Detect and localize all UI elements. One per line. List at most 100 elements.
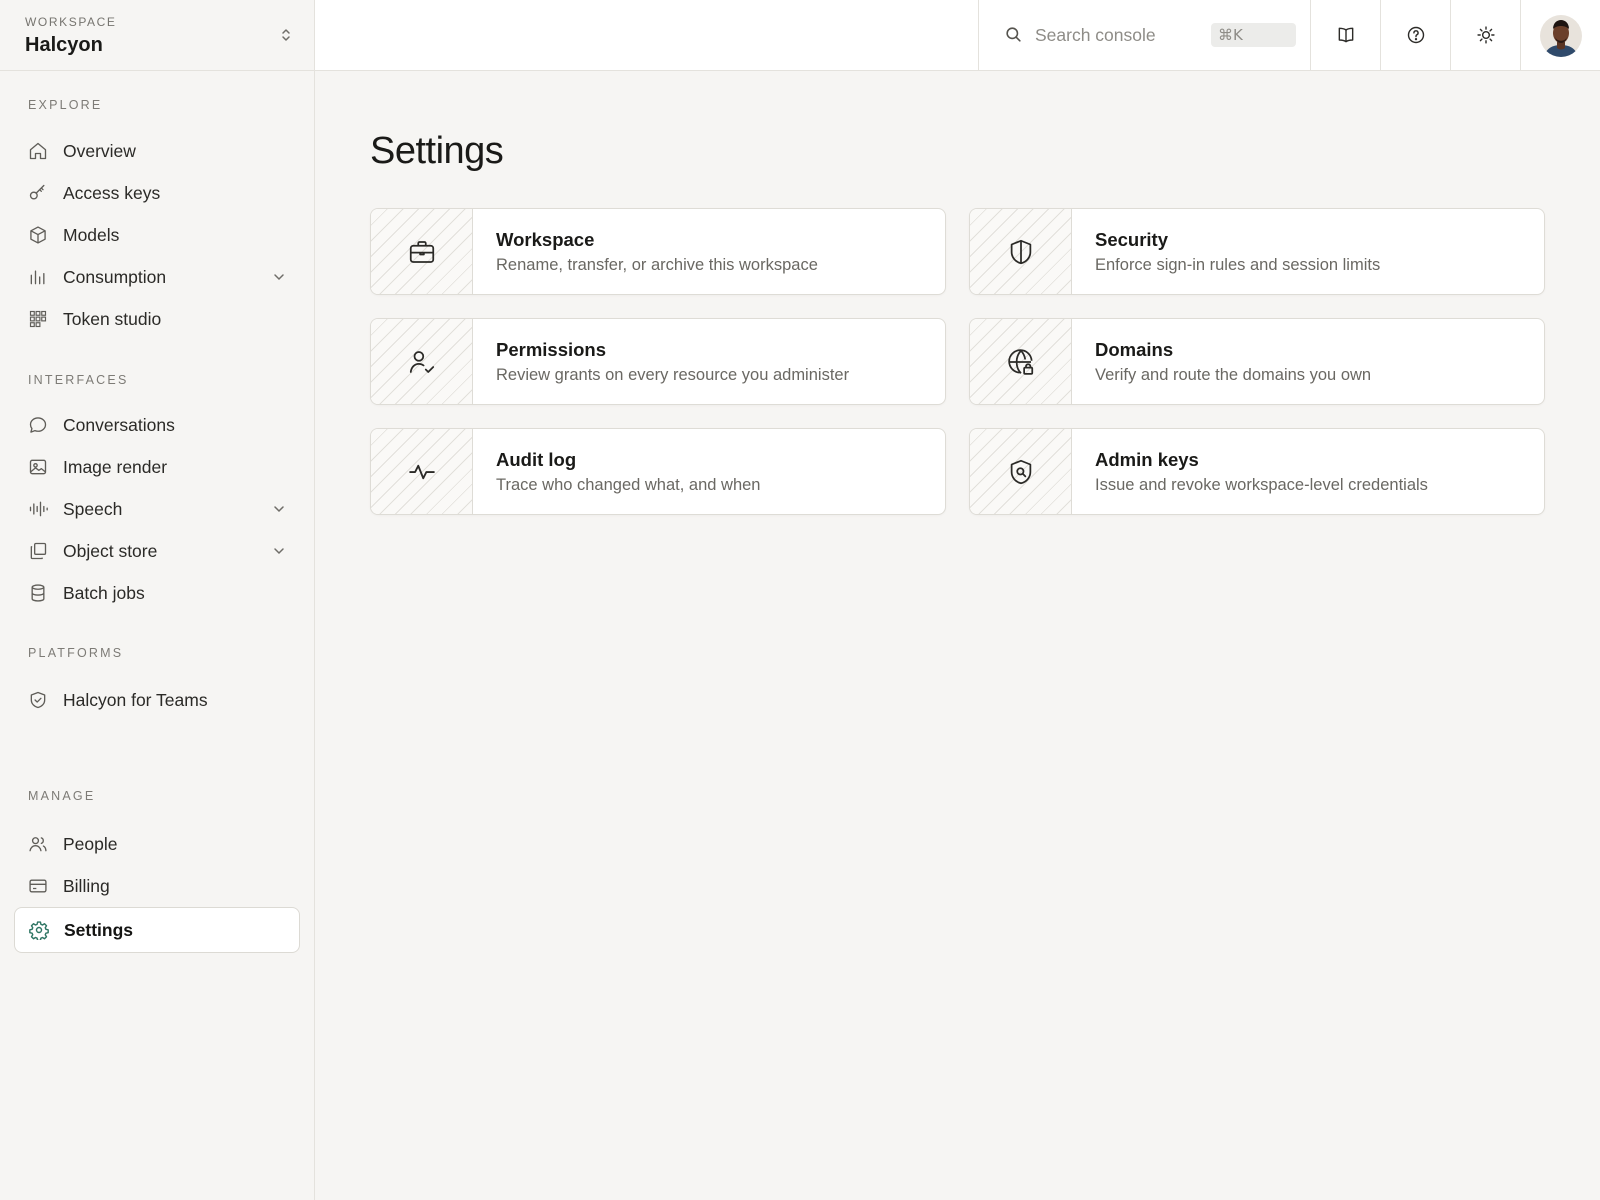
chevron-down-icon[interactable] — [272, 270, 286, 284]
sidebar-item-image-render[interactable]: Image render — [14, 446, 300, 488]
nav-section-platforms: PLATFORMS Halcyon for Teams — [0, 644, 314, 721]
bar-chart-icon — [28, 267, 48, 287]
sidebar-item-label: Models — [63, 224, 120, 245]
nav-section-manage: MANAGE People Billing Settings — [0, 787, 314, 953]
settings-card-permissions[interactable]: Permissions Review grants on every resou… — [370, 318, 946, 405]
sidebar-item-overview[interactable]: Overview — [14, 130, 300, 172]
sidebar-item-label: Object store — [63, 540, 158, 561]
sidebar: WORKSPACE Halcyon EXPLORE Overview Acces… — [0, 0, 315, 1200]
search-input[interactable]: Search console ⌘K — [978, 0, 1311, 70]
card-description: Trace who changed what, and when — [496, 476, 761, 494]
card-title: Workspace — [496, 229, 595, 250]
search-shortcut-badge: ⌘K — [1211, 23, 1296, 47]
chat-bubble-icon — [28, 415, 48, 435]
sidebar-item-billing[interactable]: Billing — [14, 865, 300, 907]
sun-icon — [1476, 25, 1496, 45]
settings-card-audit-log[interactable]: Audit log Trace who changed what, and wh… — [370, 428, 946, 515]
home-icon — [28, 141, 48, 161]
sidebar-item-settings[interactable]: Settings — [14, 907, 300, 953]
card-title: Audit log — [496, 449, 577, 470]
card-icon-tile — [970, 209, 1072, 294]
page-title: Settings — [370, 130, 504, 172]
card-description: Issue and revoke workspace-level credent… — [1095, 476, 1428, 494]
sidebar-item-label: Batch jobs — [63, 582, 145, 603]
sidebar-item-label: Conversations — [63, 414, 175, 435]
sidebar-item-conversations[interactable]: Conversations — [14, 404, 300, 446]
card-title: Admin keys — [1095, 449, 1199, 470]
shield-search-icon — [1006, 457, 1036, 487]
card-title: Domains — [1095, 339, 1174, 360]
help-button[interactable] — [1380, 0, 1450, 70]
globe-lock-icon — [1006, 347, 1036, 377]
help-icon — [1406, 25, 1426, 45]
settings-card-security[interactable]: Security Enforce sign-in rules and sessi… — [969, 208, 1545, 295]
book-icon — [1336, 25, 1356, 45]
theme-toggle-button[interactable] — [1450, 0, 1520, 70]
user-menu-button[interactable] — [1520, 0, 1600, 70]
database-icon — [28, 583, 48, 603]
chevron-down-icon[interactable] — [272, 502, 286, 516]
sidebar-item-label: Settings — [64, 919, 134, 940]
sidebar-item-token-studio[interactable]: Token studio — [14, 298, 300, 340]
briefcase-icon — [407, 237, 437, 267]
card-icon-tile — [371, 429, 473, 514]
sidebar-item-label: Overview — [63, 140, 136, 161]
sidebar-item-consumption[interactable]: Consumption — [14, 256, 300, 298]
sidebar-item-label: Billing — [63, 875, 110, 896]
sidebar-item-models[interactable]: Models — [14, 214, 300, 256]
sidebar-item-label: Image render — [63, 456, 168, 477]
shield-check-icon — [28, 690, 48, 710]
sidebar-item-access-keys[interactable]: Access keys — [14, 172, 300, 214]
search-placeholder: Search console — [1035, 24, 1156, 45]
card-icon-tile — [371, 319, 473, 404]
section-label-explore: EXPLORE — [28, 98, 103, 112]
credit-card-icon — [28, 876, 48, 896]
section-label-interfaces: INTERFACES — [28, 373, 129, 387]
nav-section-interfaces: INTERFACES Conversations Image render Sp… — [0, 371, 314, 614]
activity-icon — [407, 457, 437, 487]
copy-icon — [28, 541, 48, 561]
workspace-name: Halcyon — [25, 34, 103, 56]
settings-card-domains[interactable]: Domains Verify and route the domains you… — [969, 318, 1545, 405]
shield-icon — [1006, 237, 1036, 267]
users-icon — [28, 834, 48, 854]
sidebar-item-label: People — [63, 833, 118, 854]
sidebar-item-halcyon-for-teams[interactable]: Halcyon for Teams — [14, 679, 300, 721]
image-icon — [28, 457, 48, 477]
settings-card-workspace[interactable]: Workspace Rename, transfer, or archive t… — [370, 208, 946, 295]
sidebar-item-label: Token studio — [63, 308, 162, 329]
chevron-down-icon[interactable] — [272, 544, 286, 558]
sidebar-item-object-store[interactable]: Object store — [14, 530, 300, 572]
sidebar-item-label: Speech — [63, 498, 123, 519]
key-icon — [28, 183, 48, 203]
card-icon-tile — [970, 429, 1072, 514]
section-label-platforms: PLATFORMS — [28, 646, 124, 660]
workspace-label: WORKSPACE — [25, 15, 117, 29]
settings-card-admin-keys[interactable]: Admin keys Issue and revoke workspace-le… — [969, 428, 1545, 515]
docs-button[interactable] — [1310, 0, 1380, 70]
card-description: Rename, transfer, or archive this worksp… — [496, 256, 818, 274]
sidebar-item-label: Access keys — [63, 182, 161, 203]
sidebar-item-speech[interactable]: Speech — [14, 488, 300, 530]
card-title: Permissions — [496, 339, 607, 360]
card-icon-tile — [970, 319, 1072, 404]
search-icon — [1004, 25, 1023, 44]
grid-icon — [28, 309, 48, 329]
sidebar-item-people[interactable]: People — [14, 823, 300, 865]
cube-icon — [28, 225, 48, 245]
card-description: Verify and route the domains you own — [1095, 366, 1372, 384]
workspace-switcher[interactable]: WORKSPACE Halcyon — [0, 0, 314, 71]
sidebar-item-label: Halcyon for Teams — [63, 689, 208, 710]
card-icon-tile — [371, 209, 473, 294]
sidebar-item-label: Consumption — [63, 266, 167, 287]
card-description: Enforce sign-in rules and session limits — [1095, 256, 1381, 274]
sidebar-item-batch-jobs[interactable]: Batch jobs — [14, 572, 300, 614]
avatar — [1540, 15, 1582, 57]
user-check-icon — [407, 347, 437, 377]
card-title: Security — [1095, 229, 1169, 250]
top-bar: Search console ⌘K — [315, 0, 1600, 71]
section-label-manage: MANAGE — [28, 789, 96, 803]
card-description: Review grants on every resource you admi… — [496, 366, 850, 384]
nav-section-explore: EXPLORE Overview Access keys Models Cons… — [0, 96, 314, 340]
waveform-icon — [28, 499, 48, 519]
